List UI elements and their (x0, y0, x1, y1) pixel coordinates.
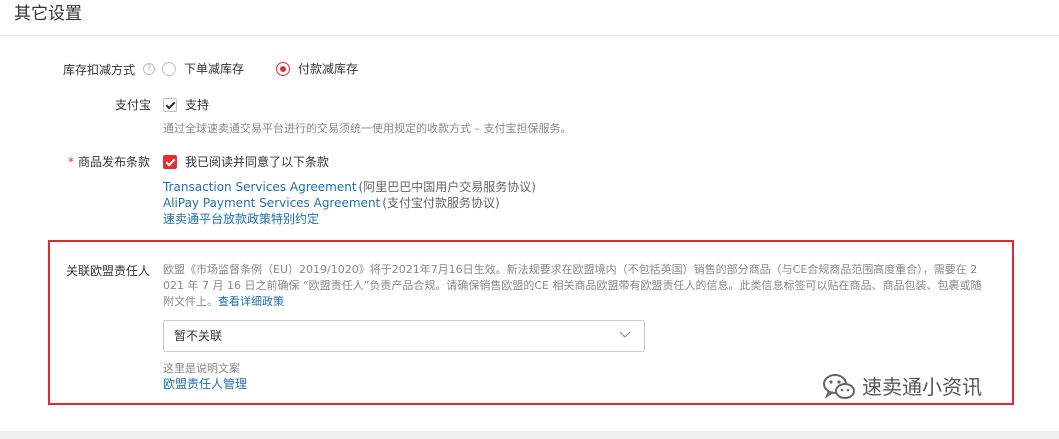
radio-order-deduct[interactable]: 下单减库存 (162, 61, 244, 77)
watermark: 速卖通小资讯 (822, 372, 982, 402)
eu-policy-link[interactable]: 查看详细政策 (218, 295, 284, 308)
radio-order-deduct-label: 下单减库存 (184, 62, 245, 76)
page-title: 其它设置 (14, 4, 82, 24)
terms-label: * 商品发布条款 (68, 154, 150, 170)
terms-link-line-3: 速卖通平台放款政策特别约定 (163, 211, 319, 227)
alipay-agreement-link[interactable]: AliPay Payment Services Agreement (163, 196, 380, 210)
required-mark: * (68, 155, 74, 169)
radio-payment-deduct-circle[interactable] (276, 62, 290, 76)
title-divider (0, 35, 1059, 36)
terms-link-line-2: AliPay Payment Services Agreement (支付宝付款服… (163, 195, 500, 211)
chevron-down-icon (619, 331, 631, 338)
eu-description-text: 欧盟《市场监督条例（EU）2019/1020》将于2021年7月16日生效。新法… (163, 263, 982, 308)
alipay-checkbox-box[interactable] (163, 98, 177, 112)
help-icon[interactable]: ? (143, 63, 155, 75)
transaction-agreement-note: (阿里巴巴中国用户交易服务协议) (358, 180, 536, 194)
alipay-agreement-note: (支付宝付款服务协议) (382, 196, 500, 210)
terms-label-text: 商品发布条款 (78, 155, 151, 169)
eu-manage-link[interactable]: 欧盟责任人管理 (163, 376, 247, 392)
alipay-support-checkbox[interactable]: 支持 (163, 97, 209, 113)
terms-checkbox-box[interactable] (163, 155, 177, 169)
watermark-text: 速卖通小资讯 (862, 375, 982, 399)
radio-order-deduct-circle[interactable] (162, 62, 176, 76)
radio-payment-deduct[interactable]: 付款减库存 (276, 61, 358, 77)
inventory-label: 库存扣减方式 (63, 63, 136, 77)
terms-checkbox-label: 我已阅读并同意了以下条款 (185, 155, 330, 169)
terms-link-line-1: Transaction Services Agreement (阿里巴巴中国用户交… (163, 179, 536, 195)
eu-select[interactable]: 暂不关联 (163, 320, 645, 352)
eu-select-value: 暂不关联 (174, 329, 223, 343)
eu-hint: 这里是说明文案 (163, 362, 240, 375)
bottom-bar (0, 431, 1059, 439)
alipay-description: 通过全球速卖通交易平台进行的交易须统一使用规定的收款方式 – 支付宝担保服务。 (163, 122, 572, 135)
eu-label: 关联欧盟责任人 (66, 264, 151, 278)
transaction-agreement-link[interactable]: Transaction Services Agreement (163, 180, 357, 194)
terms-agree-checkbox[interactable]: 我已阅读并同意了以下条款 (163, 154, 329, 170)
alipay-label: 支付宝 (115, 98, 152, 112)
radio-payment-deduct-label: 付款减库存 (298, 62, 359, 76)
payout-policy-link[interactable]: 速卖通平台放款政策特别约定 (163, 212, 319, 226)
alipay-checkbox-label: 支持 (185, 98, 210, 112)
wechat-icon (823, 374, 855, 399)
eu-description: 欧盟《市场监督条例（EU）2019/1020》将于2021年7月16日生效。新法… (163, 262, 983, 310)
